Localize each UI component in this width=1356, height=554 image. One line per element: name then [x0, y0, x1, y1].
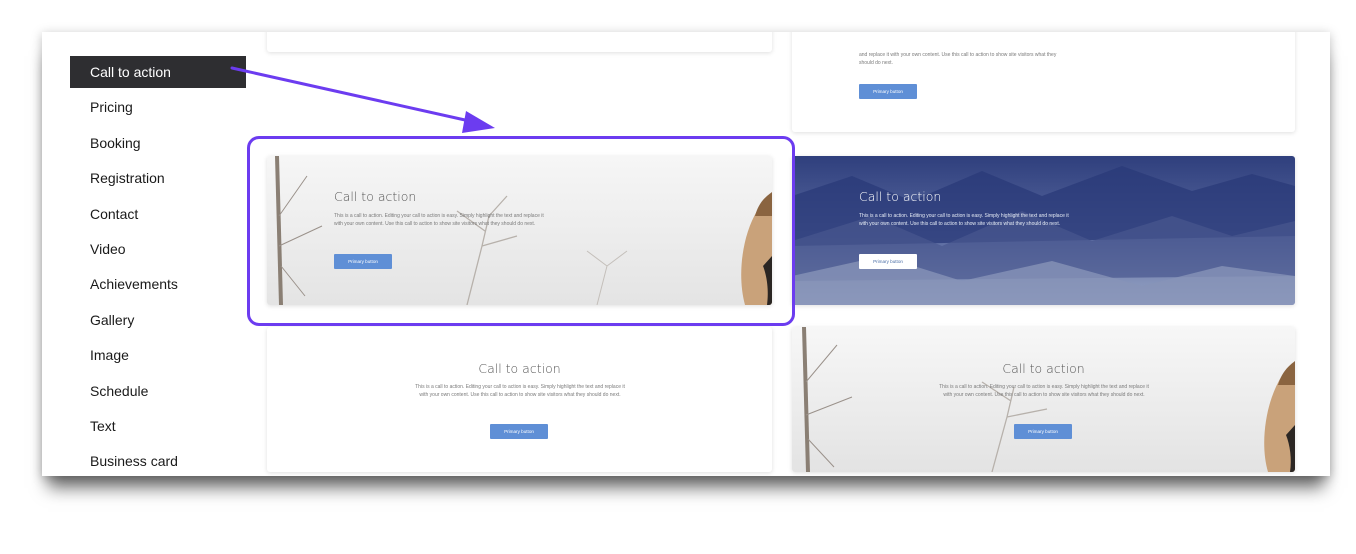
primary-button[interactable]: Primary button [859, 254, 917, 269]
sidebar-item-booking[interactable]: Booking [70, 127, 246, 159]
sidebar-item-achievements[interactable]: Achievements [70, 268, 246, 300]
cta-title: Call to action [1002, 361, 1085, 376]
cta-title: Call to action [334, 189, 417, 204]
sidebar-item-registration[interactable]: Registration [70, 162, 246, 194]
cta-description: This is a call to action. Editing your c… [334, 213, 544, 227]
primary-button[interactable]: Primary button [490, 424, 548, 439]
sidebar-item-text[interactable]: Text [70, 410, 246, 442]
cta-description: This is a call to action. Editing your c… [939, 384, 1149, 398]
winter-photo-background [267, 156, 772, 305]
sidebar-item-pricing[interactable]: Pricing [70, 91, 246, 123]
cta-title: Call to action [478, 361, 561, 376]
sidebar-item-image[interactable]: Image [70, 339, 246, 371]
sidebar-item-schedule[interactable]: Schedule [70, 375, 246, 407]
app-frame: Call to action Pricing Booking Registrat… [42, 32, 1330, 476]
primary-button[interactable]: Primary button [859, 84, 917, 99]
block-template-card[interactable]: Call to action This is a call to action.… [267, 327, 772, 472]
sidebar-item-video[interactable]: Video [70, 233, 246, 265]
primary-button[interactable]: Primary button [334, 254, 392, 269]
block-template-card[interactable] [267, 32, 772, 52]
mountain-photo-background [792, 156, 1295, 305]
sidebar-item-contact[interactable]: Contact [70, 198, 246, 230]
winter-photo-background [792, 327, 1295, 472]
cta-title: Call to action [859, 189, 942, 204]
sidebar-item-business-card[interactable]: Business card [70, 445, 246, 476]
cta-description: and replace it with your own content. Us… [859, 52, 1057, 66]
cta-description: This is a call to action. Editing your c… [415, 384, 625, 398]
block-template-card[interactable]: Call to action This is a call to action.… [792, 156, 1295, 305]
block-template-card[interactable]: and replace it with your own content. Us… [792, 32, 1295, 132]
block-template-card-selected[interactable]: Call to action This is a call to action.… [267, 156, 772, 305]
sidebar-item-gallery[interactable]: Gallery [70, 304, 246, 336]
primary-button[interactable]: Primary button [1014, 424, 1072, 439]
sidebar-item-call-to-action[interactable]: Call to action [70, 56, 246, 88]
cta-description: This is a call to action. Editing your c… [859, 213, 1069, 227]
block-template-card[interactable]: Call to action This is a call to action.… [792, 327, 1295, 472]
